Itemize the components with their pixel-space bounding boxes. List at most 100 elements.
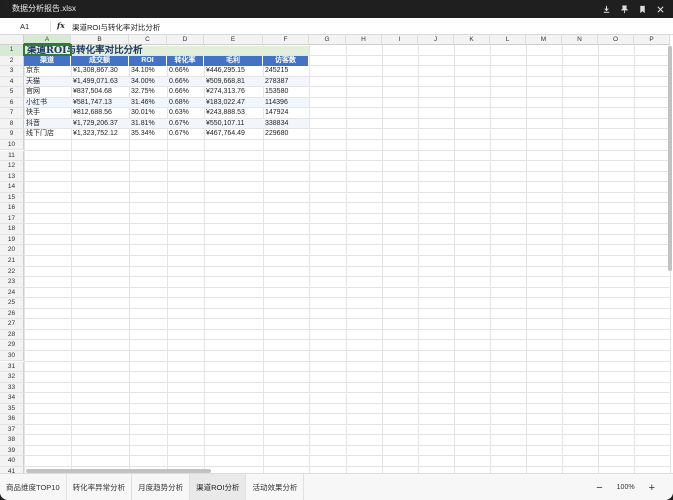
table-header-cell[interactable]: 转化率 [167,55,204,66]
row-header[interactable]: 40 [0,456,24,467]
table-cell[interactable]: 30.01% [129,108,167,118]
column-header[interactable]: L [490,35,526,45]
table-cell[interactable]: 31.81% [129,118,167,129]
column-header[interactable]: J [418,35,454,45]
table-cell[interactable]: 153580 [263,87,309,97]
row-header[interactable]: 20 [0,245,24,256]
row-header[interactable]: 14 [0,182,24,193]
column-header[interactable]: I [382,35,418,45]
table-header-cell[interactable]: 成交额 [71,55,129,66]
table-cell[interactable]: 35.34% [129,129,167,139]
table-cell[interactable]: ¥509,668.81 [204,76,263,87]
table-cell[interactable]: 245215 [263,66,309,76]
zoom-in-button[interactable]: + [649,482,655,494]
table-cell[interactable]: 32.75% [129,87,167,97]
row-header[interactable]: 37 [0,424,24,436]
table-cell[interactable]: ¥467,764.49 [204,129,263,139]
row-header[interactable]: 2 [0,55,24,67]
table-cell[interactable]: 官网 [24,87,71,97]
table-cell[interactable]: ¥1,323,752.12 [71,129,129,139]
table-cell[interactable]: 抖音 [24,118,71,129]
bookmark-icon[interactable] [635,2,649,16]
row-header[interactable]: 7 [0,108,24,119]
row-header[interactable]: 38 [0,435,24,446]
vertical-scrollbar[interactable] [668,46,672,271]
row-header[interactable]: 9 [0,129,24,140]
table-cell[interactable]: ¥812,688.56 [71,108,129,118]
row-header[interactable]: 31 [0,361,24,373]
table-header-cell[interactable]: 渠道 [24,55,71,66]
row-header[interactable]: 1 [0,45,24,56]
table-cell[interactable]: 34.00% [129,76,167,87]
table-cell[interactable]: ¥1,729,206.37 [71,118,129,129]
row-header[interactable]: 4 [0,76,24,88]
row-header[interactable]: 28 [0,329,24,341]
table-cell[interactable]: 114396 [263,97,309,108]
row-header[interactable]: 29 [0,340,24,351]
row-header[interactable]: 21 [0,256,24,267]
row-header[interactable]: 17 [0,213,24,225]
table-cell[interactable]: 线下门店 [24,129,71,139]
row-header[interactable]: 16 [0,203,24,214]
row-header[interactable]: 34 [0,393,24,404]
column-header[interactable]: F [263,35,309,45]
table-cell[interactable]: 0.67% [167,129,204,139]
table-cell[interactable]: ¥1,499,071.63 [71,76,129,87]
row-header[interactable]: 8 [0,118,24,130]
column-header[interactable]: D [167,35,204,45]
column-header[interactable]: O [598,35,634,45]
row-header[interactable]: 22 [0,266,24,278]
table-header-cell[interactable]: ROI [129,55,167,66]
column-header[interactable]: M [526,35,562,45]
table-cell[interactable]: ¥837,504.68 [71,87,129,97]
row-header[interactable]: 15 [0,192,24,204]
table-cell[interactable]: 0.68% [167,97,204,108]
table-cell[interactable]: 0.63% [167,108,204,118]
pin-icon[interactable] [617,2,631,16]
row-header[interactable]: 19 [0,234,24,246]
row-header[interactable]: 25 [0,298,24,309]
sheet-tab[interactable]: 渠道ROI分析 [190,474,247,500]
select-all-corner[interactable] [0,35,24,45]
zoom-out-button[interactable]: − [596,482,602,494]
table-cell[interactable]: 147924 [263,108,309,118]
row-header[interactable]: 33 [0,382,24,394]
row-header[interactable]: 23 [0,277,24,288]
column-header[interactable]: K [454,35,490,45]
column-header[interactable]: E [204,35,263,45]
table-cell[interactable]: 34.10% [129,66,167,76]
table-cell[interactable]: 338834 [263,118,309,129]
table-cell[interactable]: ¥1,308,867.30 [71,66,129,76]
table-cell[interactable]: ¥183,022.47 [204,97,263,108]
table-header-cell[interactable]: 毛利 [204,55,263,66]
sheet-tab[interactable]: 活动效果分析 [246,474,305,500]
download-icon[interactable] [599,2,613,16]
table-cell[interactable]: ¥581,747.13 [71,97,129,108]
row-header[interactable]: 10 [0,139,24,151]
table-cell[interactable]: 0.66% [167,66,204,76]
row-header[interactable]: 6 [0,97,24,109]
table-cell[interactable]: 京东 [24,66,71,76]
row-header[interactable]: 35 [0,403,24,415]
table-cell[interactable]: 0.66% [167,76,204,87]
row-header[interactable]: 24 [0,287,24,299]
table-header-cell[interactable]: 访客数 [263,55,309,66]
row-header[interactable]: 36 [0,414,24,425]
table-cell[interactable]: 0.66% [167,87,204,97]
column-header[interactable]: H [346,35,382,45]
row-header[interactable]: 32 [0,372,24,383]
row-header[interactable]: 39 [0,445,24,457]
row-header[interactable]: 26 [0,308,24,320]
table-cell[interactable]: ¥274,313.76 [204,87,263,97]
table-cell[interactable]: ¥446,295.15 [204,66,263,76]
table-cell[interactable]: 0.67% [167,118,204,129]
row-header[interactable]: 30 [0,350,24,362]
sheet-tab[interactable]: 商品维度TOP10 [0,474,67,500]
row-header[interactable]: 3 [0,66,24,77]
row-header[interactable]: 11 [0,150,24,162]
sheet-tab[interactable]: 转化率异常分析 [67,474,133,500]
table-cell[interactable]: ¥550,107.11 [204,118,263,129]
formula-input[interactable]: 渠道ROI与转化率对比分析 [72,22,160,33]
table-cell[interactable]: 229680 [263,129,309,139]
row-header[interactable]: 13 [0,171,24,183]
